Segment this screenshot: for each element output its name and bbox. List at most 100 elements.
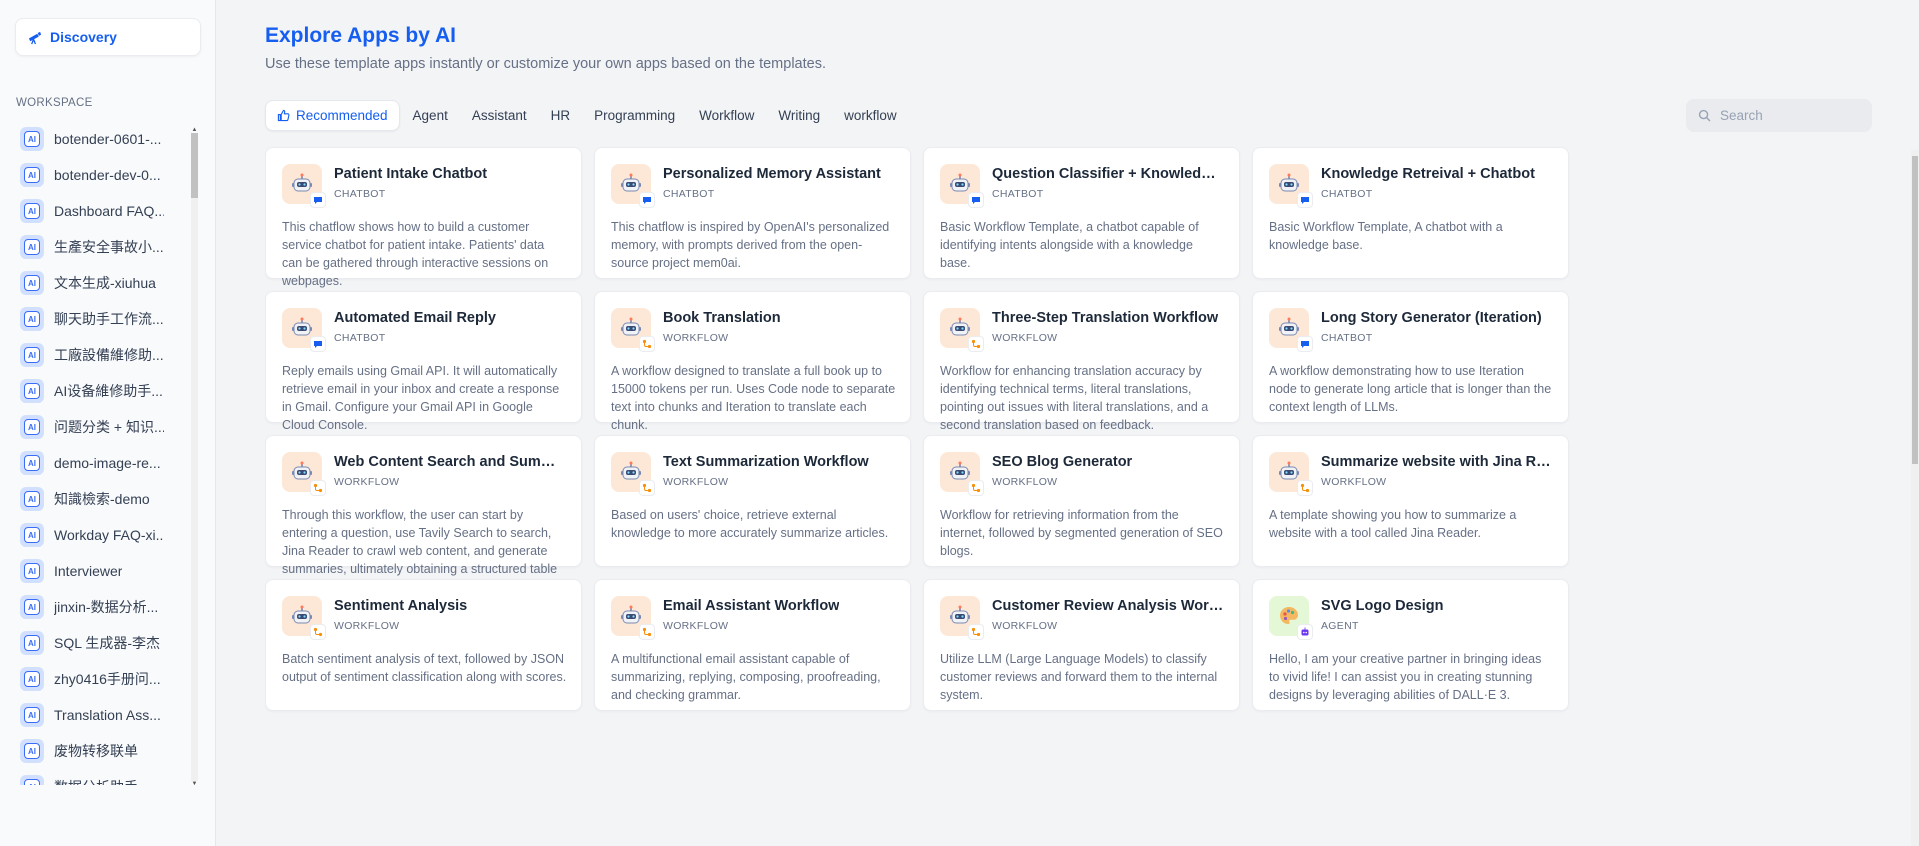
sidebar-workspace-item[interactable]: AI botender-dev-0... xyxy=(14,157,190,193)
app-icon: AI xyxy=(20,739,44,763)
card-type: WORKFLOW xyxy=(663,620,729,632)
app-card[interactable]: Question Classifier + Knowledge + Chatbo… xyxy=(923,147,1240,279)
robot-icon xyxy=(282,308,326,352)
sidebar-workspace-item[interactable]: AI 问题分类 + 知识... xyxy=(14,409,190,445)
sidebar-workspace-item[interactable]: AI zhy0416手册问... xyxy=(14,661,190,697)
app-icon: AI xyxy=(20,379,44,403)
app-card[interactable]: Text Summarization Workflow WORKFLOW Based… xyxy=(594,435,911,567)
tab-workflow[interactable]: Workflow xyxy=(688,100,765,131)
app-card[interactable]: Summarize website with Jina Reader WORKFL… xyxy=(1252,435,1569,567)
app-icon: AI xyxy=(20,631,44,655)
tab-hr[interactable]: HR xyxy=(540,100,582,131)
sidebar-workspace-item[interactable]: AI jinxin-数据分析... xyxy=(14,589,190,625)
robot-icon xyxy=(611,596,655,640)
app-card[interactable]: Personalized Memory Assistant CHATBOT This… xyxy=(594,147,911,279)
workflow-type-icon xyxy=(968,624,984,640)
card-description: A workflow demonstrating how to use Iter… xyxy=(1269,364,1552,414)
sidebar-workspace-item[interactable]: AI demo-image-re... xyxy=(14,445,190,481)
robot-icon xyxy=(940,164,984,208)
app-icon: AI xyxy=(20,703,44,727)
app-card[interactable]: Patient Intake Chatbot CHATBOT This chatfl… xyxy=(265,147,582,288)
card-title: Automated Email Reply xyxy=(334,310,496,326)
app-card[interactable]: Long Story Generator (Iteration) CHATBOT A… xyxy=(1252,291,1569,423)
robot-icon xyxy=(1269,308,1313,352)
card-title: Text Summarization Workflow xyxy=(663,454,869,470)
sidebar-workspace-item[interactable]: AI 工廠設備維修助... xyxy=(14,337,190,373)
robot-icon xyxy=(611,164,655,208)
page-title: Explore Apps by AI xyxy=(265,24,456,47)
search-icon xyxy=(1698,109,1712,123)
sidebar-workspace-item[interactable]: AI SQL 生成器-李杰 xyxy=(14,625,190,661)
app-icon-text: AI xyxy=(24,383,40,399)
app-card[interactable]: SVG Logo Design AGENT Hello, I am your cre… xyxy=(1252,579,1569,711)
sidebar-workspace-item[interactable]: AI AI设备維修助手... xyxy=(14,373,190,409)
sidebar-item-label: 问题分类 + 知识... xyxy=(54,419,164,435)
robot-icon xyxy=(611,452,655,496)
workflow-type-icon xyxy=(310,480,326,496)
app-card[interactable]: Knowledge Retreival + Chatbot CHATBOT Basi… xyxy=(1252,147,1569,279)
sidebar-workspace-item[interactable]: AI Interviewer xyxy=(14,553,190,589)
sidebar-workspace-item[interactable]: AI 生產安全事故小... xyxy=(14,229,190,265)
sidebar-workspace-item[interactable]: AI 废物转移联单 xyxy=(14,733,190,769)
sidebar-workspace-item[interactable]: AI Dashboard FAQ... xyxy=(14,193,190,229)
card-type: WORKFLOW xyxy=(992,332,1058,344)
app-card[interactable]: Automated Email Reply CHATBOT Reply emails… xyxy=(265,291,582,432)
main-content: Explore Apps by AI Use these template ap… xyxy=(217,0,1919,846)
app-card[interactable]: SEO Blog Generator WORKFLOW Workflow for r… xyxy=(923,435,1240,567)
card-title: Patient Intake Chatbot xyxy=(334,166,488,182)
sidebar-item-label: zhy0416手册问... xyxy=(54,671,161,687)
app-icon-text: AI xyxy=(24,707,40,723)
main-scrollbar[interactable] xyxy=(1911,150,1919,846)
card-title: Email Assistant Workflow xyxy=(663,598,840,614)
sidebar-workspace-item[interactable]: AI 文本生成-xiuhua xyxy=(14,265,190,301)
card-type: CHATBOT xyxy=(334,188,386,200)
workspace-list: AI botender-0601-... AI botender-dev-0... AI… xyxy=(14,121,190,785)
tab-programming[interactable]: Programming xyxy=(583,100,686,131)
sidebar-workspace-item[interactable]: AI botender-0601-... xyxy=(14,121,190,157)
workflow-type-icon xyxy=(639,336,655,352)
scroll-up-arrow-icon[interactable]: ▲ xyxy=(191,127,198,133)
scroll-down-arrow-icon[interactable]: ▼ xyxy=(191,781,198,787)
app-card[interactable]: Email Assistant Workflow WORKFLOW A multif… xyxy=(594,579,911,711)
chatbot-type-icon xyxy=(968,192,984,208)
app-icon: AI xyxy=(20,127,44,151)
workflow-type-icon xyxy=(1297,480,1313,496)
app-card[interactable]: Book Translation WORKFLOW A workflow desig… xyxy=(594,291,911,432)
card-title: SEO Blog Generator xyxy=(992,454,1133,470)
app-card[interactable]: Three-Step Translation Workflow WORKFLOW W… xyxy=(923,291,1240,432)
tab-label: Writing xyxy=(778,107,821,123)
card-type: WORKFLOW xyxy=(663,476,729,488)
workflow-type-icon xyxy=(639,480,655,496)
tab-label: Workflow xyxy=(699,107,755,123)
app-card[interactable]: Web Content Search and Summarization Wor… xyxy=(265,435,582,594)
robot-icon xyxy=(940,596,984,640)
app-icon: AI xyxy=(20,775,44,785)
sidebar-workspace-item[interactable]: AI Workday FAQ-xi... xyxy=(14,517,190,553)
search-box[interactable] xyxy=(1686,99,1872,132)
sidebar-workspace-item[interactable]: AI 数据分析助手 xyxy=(14,769,190,785)
card-description: This chatflow is inspired by OpenAI's pe… xyxy=(611,220,890,270)
card-title: Knowledge Retreival + Chatbot xyxy=(1321,166,1535,182)
tab-recommended[interactable]: Recommended xyxy=(265,99,400,131)
sidebar-workspace-item[interactable]: AI Translation Ass... xyxy=(14,697,190,733)
sidebar-workspace-item[interactable]: AI 聊天助手工作流... xyxy=(14,301,190,337)
app-icon: AI xyxy=(20,559,44,583)
card-description: Reply emails using Gmail API. It will au… xyxy=(282,364,560,432)
app-card[interactable]: Sentiment Analysis WORKFLOW Batch sentimen… xyxy=(265,579,582,711)
card-type: AGENT xyxy=(1321,620,1359,632)
tab-writing[interactable]: Writing xyxy=(767,100,831,131)
sidebar-item-label: 文本生成-xiuhua xyxy=(54,275,156,291)
tab-label: workflow xyxy=(844,107,897,123)
sidebar-item-label: SQL 生成器-李杰 xyxy=(54,635,161,651)
app-icon: AI xyxy=(20,271,44,295)
search-input[interactable] xyxy=(1720,108,1860,123)
tab-workflow[interactable]: workflow xyxy=(833,100,908,131)
discovery-nav-item[interactable]: Discovery xyxy=(15,18,201,56)
tab-assistant[interactable]: Assistant xyxy=(461,100,538,131)
card-description: Utilize LLM (Large Language Models) to c… xyxy=(940,652,1218,702)
sidebar-workspace-item[interactable]: AI 知識檢索-demo xyxy=(14,481,190,517)
tab-agent[interactable]: Agent xyxy=(402,100,459,131)
card-title: Three-Step Translation Workflow xyxy=(992,310,1219,326)
sidebar-scrollbar[interactable]: ▲ ▼ xyxy=(191,127,198,787)
app-card[interactable]: Customer Review Analysis Workflow WORKFLO… xyxy=(923,579,1240,711)
